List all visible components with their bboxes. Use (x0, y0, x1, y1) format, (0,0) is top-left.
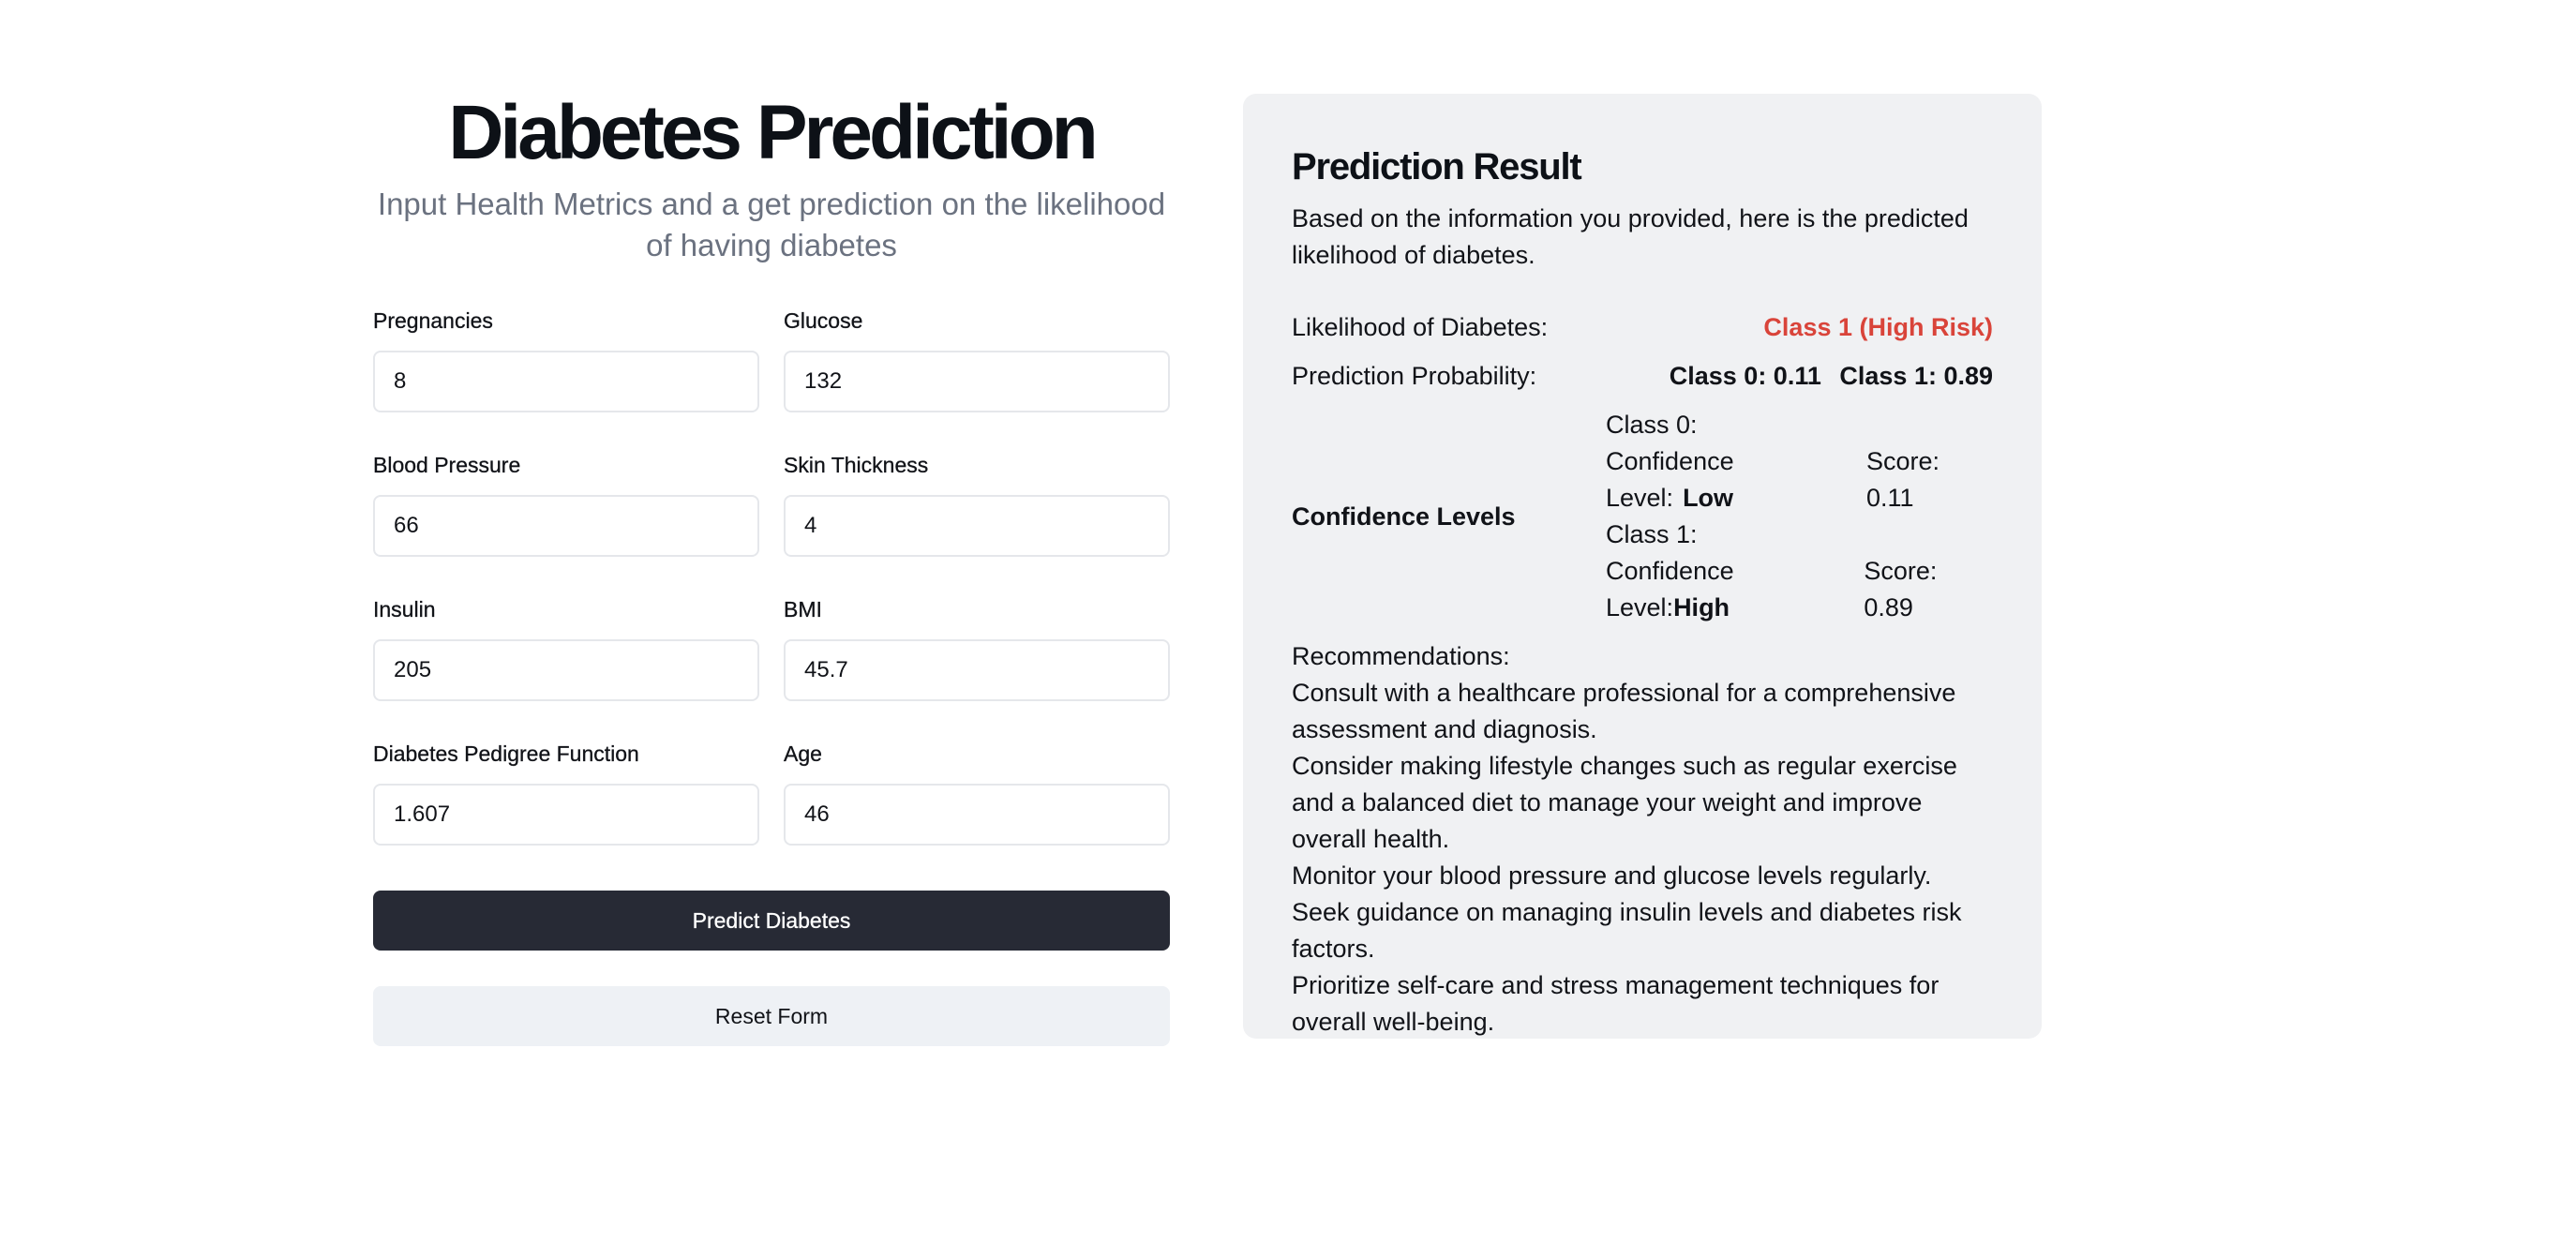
page-title: Diabetes Prediction (448, 90, 1099, 175)
diabetes-pedigree-function-input[interactable] (373, 784, 759, 846)
confidence-levels: Confidence Levels Class 0: Confidence Le… (1292, 407, 1993, 626)
confidence-class-0-score: Score: 0.11 (1865, 447, 1940, 512)
probability-class-0: Class 0: 0.11 (1669, 362, 1821, 390)
probability-label: Prediction Probability: (1292, 362, 1537, 390)
recommendation-item: Consult with a healthcare professional f… (1292, 679, 1956, 743)
confidence-class-1-level: Confidence Level:High (1606, 553, 1864, 626)
bmi-input[interactable] (784, 639, 1170, 701)
age-input[interactable] (784, 784, 1170, 846)
field-bmi: BMI (784, 596, 1170, 741)
field-glucose: Glucose (784, 307, 1170, 452)
form-fields: Pregnancies Glucose Blood Pressure Skin … (373, 307, 1170, 885)
confidence-level-value: Low (1683, 484, 1734, 512)
result-intro: Based on the information you provided, h… (1292, 204, 1969, 269)
prediction-result-panel: Prediction Result Based on the informati… (1243, 94, 2042, 1039)
insulin-label: Insulin (373, 597, 436, 622)
confidence-class-0-level: Confidence Level: Low (1606, 443, 1866, 517)
confidence-class-0-line: Confidence Level: Low Score: 0.11 (1606, 443, 1993, 517)
reset-form-button[interactable]: Reset Form (373, 986, 1170, 1046)
field-pregnancies: Pregnancies (373, 307, 759, 452)
skin-thickness-label: Skin Thickness (784, 453, 929, 477)
probability-row: Prediction Probability: Class 0: 0.11 Cl… (1292, 358, 1993, 395)
glucose-input[interactable] (784, 351, 1170, 412)
recommendation-item: Prioritize self-care and stress manageme… (1292, 971, 1939, 1036)
diabetes-pedigree-function-label: Diabetes Pedigree Function (373, 741, 639, 766)
field-age: Age (784, 741, 1170, 885)
field-skin-thickness: Skin Thickness (784, 452, 1170, 596)
confidence-body: Class 0: Confidence Level: Low Score: 0.1… (1606, 407, 1993, 626)
confidence-heading: Confidence Levels (1292, 502, 1516, 531)
predict-diabetes-button[interactable]: Predict Diabetes (373, 891, 1170, 951)
page-subtitle: Input Health Metrics and a get predictio… (377, 187, 1166, 262)
pregnancies-label: Pregnancies (373, 308, 493, 333)
pregnancies-input[interactable] (373, 351, 759, 412)
likelihood-label: Likelihood of Diabetes: (1292, 313, 1549, 341)
field-blood-pressure: Blood Pressure (373, 452, 759, 596)
bmi-label: BMI (784, 597, 822, 622)
confidence-level-value: High (1673, 593, 1730, 622)
field-insulin: Insulin (373, 596, 759, 741)
confidence-class-1-score: Score: 0.89 (1864, 557, 1938, 622)
confidence-class-1-line: Confidence Level:High Score: 0.89 (1606, 553, 1993, 626)
skin-thickness-input[interactable] (784, 495, 1170, 557)
blood-pressure-input[interactable] (373, 495, 759, 557)
age-label: Age (784, 741, 822, 766)
glucose-label: Glucose (784, 308, 863, 333)
recommendation-item: Seek guidance on managing insulin levels… (1292, 898, 1962, 963)
recommendation-item: Consider making lifestyle changes such a… (1292, 752, 1957, 853)
probability-values: Class 0: 0.11 Class 1: 0.89 (1670, 358, 1993, 395)
recommendation-item: Monitor your blood pressure and glucose … (1292, 861, 1932, 890)
insulin-input[interactable] (373, 639, 759, 701)
blood-pressure-label: Blood Pressure (373, 453, 521, 477)
probability-class-1: Class 1: 0.89 (1839, 362, 1993, 390)
recommendations-label: Recommendations: (1292, 642, 1510, 670)
likelihood-row: Likelihood of Diabetes: Class 1 (High Ri… (1292, 309, 1993, 346)
confidence-class-0-label: Class 0: (1606, 411, 1698, 439)
confidence-class-1-label: Class 1: (1606, 520, 1698, 548)
prediction-form: Diabetes Prediction Input Health Metrics… (373, 90, 1170, 1046)
recommendations: Recommendations: Consult with a healthca… (1292, 638, 1993, 1041)
likelihood-value: Class 1 (High Risk) (1763, 313, 1993, 341)
result-title: Prediction Result (1292, 146, 1582, 187)
field-diabetes-pedigree-function: Diabetes Pedigree Function (373, 741, 759, 885)
